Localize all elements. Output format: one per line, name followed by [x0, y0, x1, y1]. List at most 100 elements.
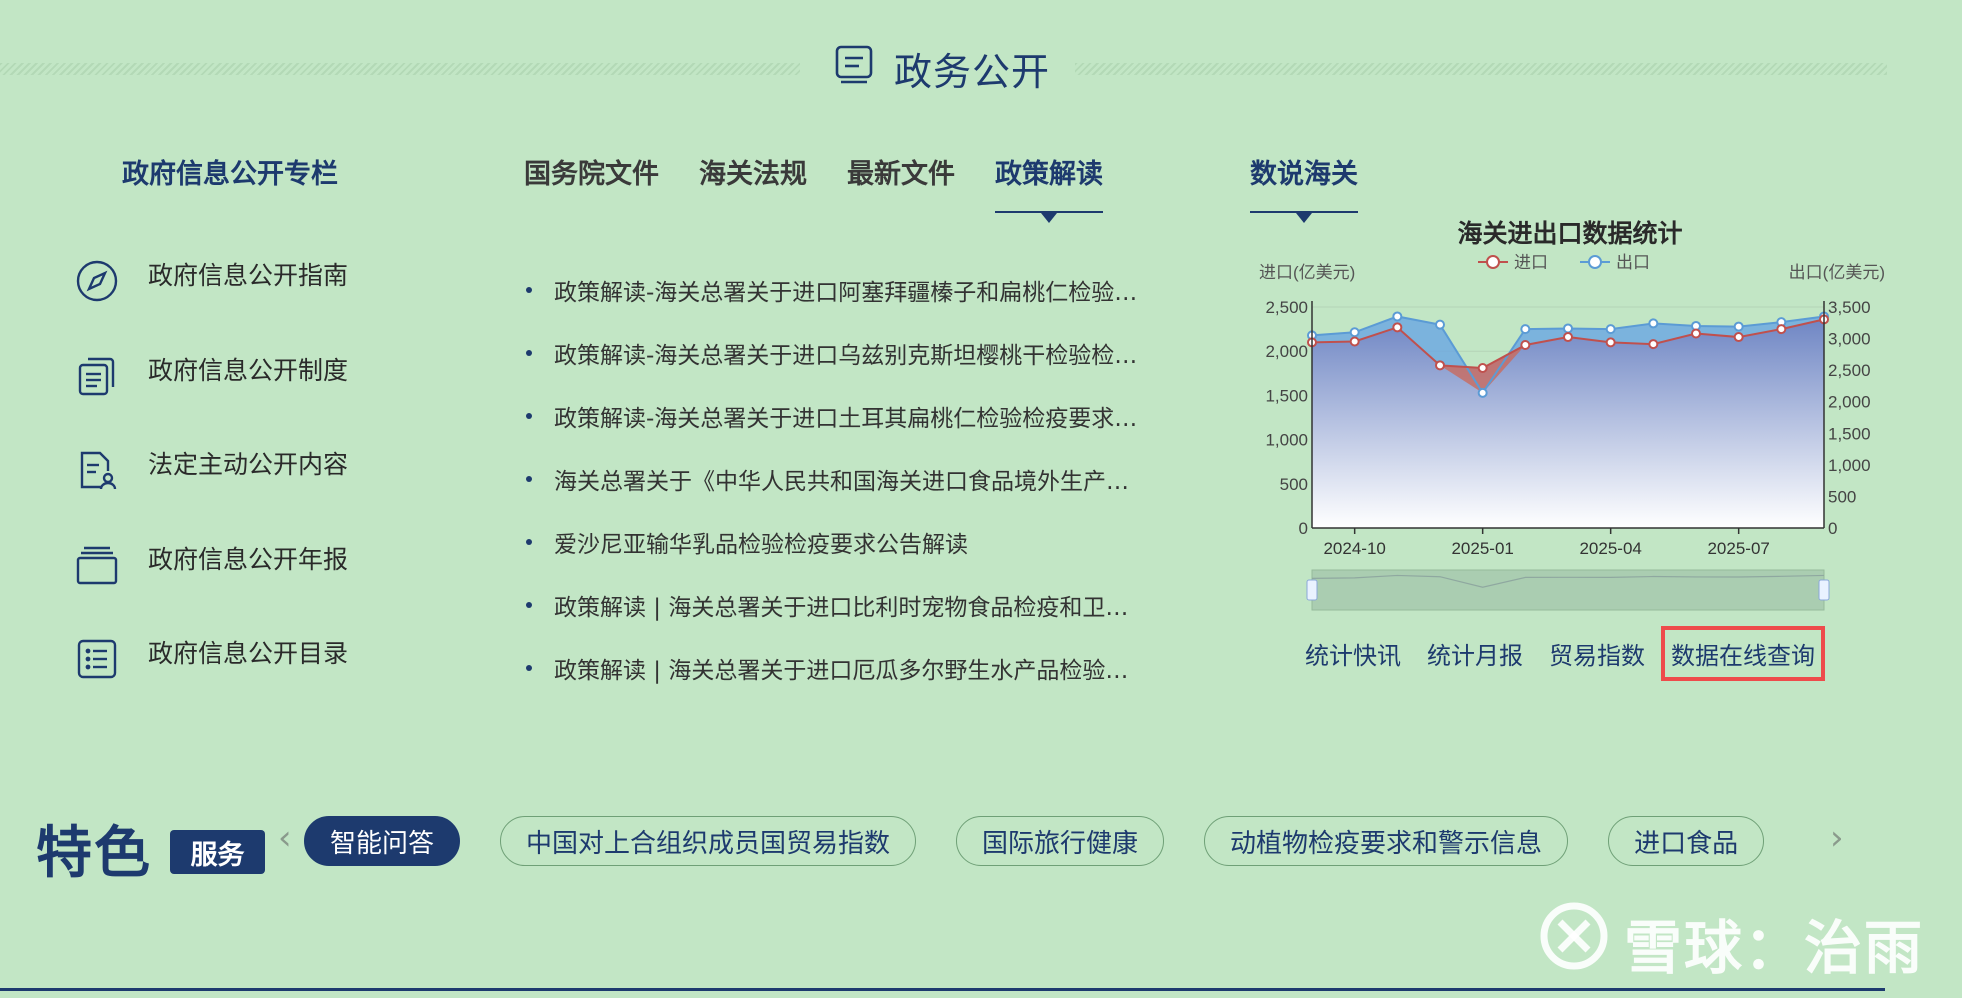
watermark: 雪球：治雨 [1538, 900, 1924, 986]
legend-export-label: 出口 [1616, 253, 1650, 272]
export-point [1349, 327, 1360, 338]
import-point [1648, 339, 1659, 350]
x-tick-label: 2025-01 [1451, 539, 1513, 558]
export-point [1733, 321, 1744, 332]
chevron-right-icon[interactable]: › [1830, 818, 1844, 858]
bottom-divider [0, 988, 1885, 991]
info-item-label: 法定主动公开内容 [148, 450, 349, 480]
news-link[interactable]: 政策解读 | 海关总署关于进口厄瓜多尔野生水产品检验… [554, 651, 1128, 685]
export-point [1477, 387, 1488, 398]
trade-chart[interactable]: 海关进出口数据统计进口 出口进口(亿美元) 出口(亿美元) 0 500 1,000 1,50… [1250, 212, 1890, 622]
news-link[interactable]: 海关总署关于《中华人民共和国海关进口食品境外生产… [554, 462, 1129, 496]
bullet-icon [526, 349, 532, 356]
feature-chip-strip: 智能问答 中国对上合组织成员国贸易指数 国际旅行健康 动植物检疫要求和警示信息 … [304, 816, 1812, 868]
news-item[interactable]: 政策解读-海关总署关于进口阿塞拜疆榛子和扁桃仁检验… [526, 258, 1196, 321]
export-point [1435, 319, 1445, 330]
export-point [1520, 324, 1531, 335]
chip-smart-qa[interactable]: 智能问答 [304, 816, 461, 866]
news-item[interactable]: 海关总署关于《中华人民共和国海关进口食品境外生产… [526, 447, 1196, 510]
compass-icon [72, 256, 122, 306]
y-tick-left: 1,000 [1265, 431, 1308, 450]
info-item-annual-report[interactable]: 政府信息公开年报 [72, 518, 348, 613]
bullet-icon [526, 475, 532, 482]
info-item-guide[interactable]: 政府信息公开指南 [72, 234, 348, 329]
import-point [1392, 322, 1403, 333]
info-column-title[interactable]: 政府信息公开专栏 [122, 152, 338, 191]
zoom-handle-right [1818, 579, 1830, 601]
bullet-icon [526, 412, 532, 419]
import-point [1691, 328, 1701, 339]
import-point [1520, 340, 1531, 351]
y-tick-left: 2,500 [1265, 298, 1308, 317]
document-stack-icon [72, 351, 122, 401]
legend-import-label: 进口 [1514, 253, 1548, 272]
policy-tabs: 国务院文件 海关法规 最新文件 政策解读 [524, 152, 1103, 223]
bullet-icon [526, 538, 532, 545]
news-link[interactable]: 政策解读 | 海关总署关于进口比利时宠物食品检疫和卫… [554, 588, 1128, 622]
info-item-system[interactable]: 政府信息公开制度 [72, 329, 348, 424]
y-tick-right: 3,000 [1828, 330, 1871, 349]
info-item-statutory[interactable]: 法定主动公开内容 [72, 423, 348, 518]
header-divider-left [0, 63, 800, 75]
y-tick-left: 1,500 [1265, 386, 1308, 405]
section-title: 政务公开 [894, 49, 1051, 94]
x-tick-label: 2024-10 [1323, 539, 1385, 558]
info-item-label: 政府信息公开制度 [148, 355, 349, 385]
y-tick-right: 2,000 [1828, 393, 1871, 412]
y-tick-right: 1,500 [1828, 424, 1871, 443]
chip-travel-health[interactable]: 国际旅行健康 [956, 816, 1165, 866]
zoom-handle-left [1306, 579, 1318, 601]
import-area [1312, 319, 1824, 528]
legend-export-marker [1588, 255, 1602, 269]
link-stat-monthly[interactable]: 统计月报 [1427, 636, 1523, 671]
chevron-left-icon[interactable]: ‹ [278, 818, 292, 858]
chip-imported-food[interactable]: 进口食品 [1608, 816, 1765, 866]
link-stat-flash[interactable]: 统计快讯 [1305, 636, 1401, 671]
link-trade-index[interactable]: 贸易指数 [1549, 636, 1645, 671]
news-item[interactable]: 爱沙尼亚输华乳品检验检疫要求公告解读 [526, 510, 1196, 573]
news-link[interactable]: 政策解读-海关总署关于进口阿塞拜疆榛子和扁桃仁检验… [554, 273, 1137, 307]
tab-customs-regulations[interactable]: 海关法规 [699, 152, 807, 213]
news-link[interactable]: 爱沙尼亚输华乳品检验检疫要求公告解读 [554, 525, 968, 559]
export-point [1648, 318, 1659, 329]
watermark-text: 雪球：治雨 [1624, 914, 1925, 982]
y-tick-left: 0 [1299, 519, 1308, 538]
tab-state-council-docs[interactable]: 国务院文件 [524, 152, 659, 213]
tab-policy-interpretation[interactable]: 政策解读 [995, 152, 1103, 223]
chip-quarantine-info[interactable]: 动植物检疫要求和警示信息 [1204, 816, 1569, 866]
import-point [1733, 332, 1744, 343]
features-title: 特色 [36, 821, 152, 886]
info-list: 政府信息公开指南 政府信息公开制度 法定主动公开内容 政府信息公开年报 政府信息… [72, 234, 348, 707]
import-point [1477, 362, 1488, 373]
news-item[interactable]: 政策解读-海关总署关于进口土耳其扁桃仁检验检疫要求… [526, 384, 1196, 447]
link-online-data-query[interactable]: 数据在线查询 [1661, 626, 1825, 681]
bullet-icon [526, 286, 532, 293]
news-item[interactable]: 政策解读 | 海关总署关于进口厄瓜多尔野生水产品检验… [526, 636, 1196, 699]
section-header: 政务公开 [832, 40, 1050, 96]
tab-customs-statistics[interactable]: 数说海关 [1250, 152, 1358, 223]
chip-sco-trade-index[interactable]: 中国对上合组织成员国贸易指数 [500, 816, 917, 866]
x-tick-label: 2025-04 [1579, 539, 1641, 558]
document-person-icon [72, 445, 122, 495]
news-link[interactable]: 政策解读-海关总署关于进口乌兹别克斯坦樱桃干检验检… [554, 336, 1137, 370]
folder-icon [72, 540, 122, 590]
info-item-catalog[interactable]: 政府信息公开目录 [72, 612, 348, 707]
import-point [1349, 336, 1360, 347]
y-tick-right: 2,500 [1828, 361, 1871, 380]
y-axis-left-label: 进口(亿美元) [1259, 263, 1355, 282]
y-tick-right: 0 [1828, 519, 1837, 538]
statistics-links: 统计快讯 统计月报 贸易指数 数据在线查询 [1305, 626, 1825, 681]
news-list: 政策解读-海关总署关于进口阿塞拜疆榛子和扁桃仁检验… 政策解读-海关总署关于进口… [526, 258, 1196, 699]
export-point [1563, 323, 1573, 334]
government-affairs-icon [832, 42, 876, 95]
news-item[interactable]: 政策解读 | 海关总署关于进口比利时宠物食品检疫和卫… [526, 573, 1196, 636]
header-divider-right [1075, 63, 1887, 75]
legend-import-marker [1486, 255, 1500, 269]
news-link[interactable]: 政策解读-海关总署关于进口土耳其扁桃仁检验检疫要求… [554, 399, 1137, 433]
y-tick-left: 500 [1280, 475, 1308, 494]
tab-latest-docs[interactable]: 最新文件 [847, 152, 955, 213]
import-point [1435, 360, 1445, 371]
import-point [1605, 337, 1616, 348]
bullet-icon [526, 601, 532, 608]
news-item[interactable]: 政策解读-海关总署关于进口乌兹别克斯坦樱桃干检验检… [526, 321, 1196, 384]
